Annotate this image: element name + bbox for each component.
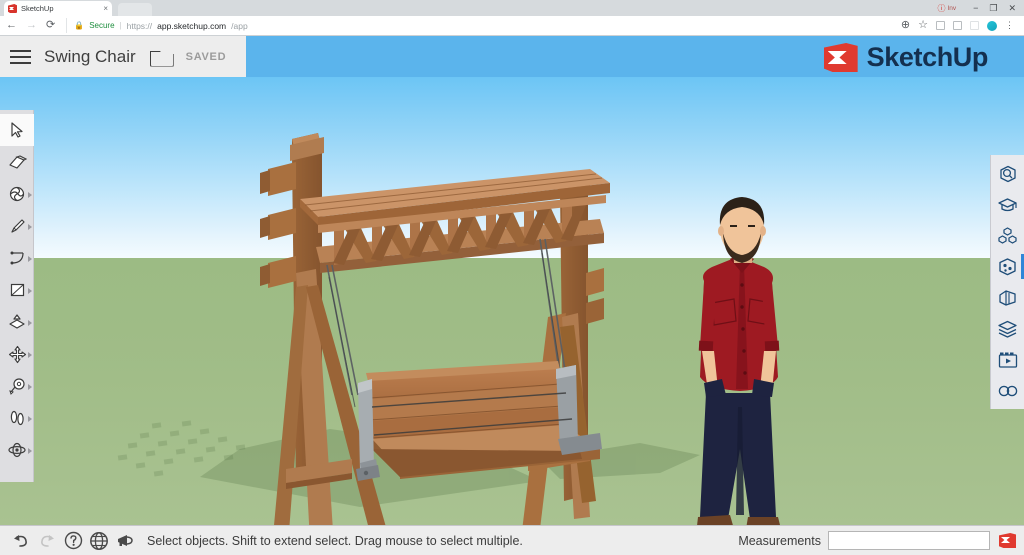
- flyout-arrow-icon[interactable]: [28, 447, 32, 454]
- flyout-arrow-icon[interactable]: [28, 319, 32, 326]
- reload-icon[interactable]: ⟳: [46, 20, 55, 31]
- sketchup-brand-text: SketchUp: [866, 42, 989, 72]
- omnibox-actions: ⊕ ☆ ⋮: [897, 20, 1018, 31]
- forward-icon[interactable]: →: [26, 20, 37, 31]
- model-viewport[interactable]: [0, 77, 1024, 525]
- flyout-arrow-icon[interactable]: [28, 351, 32, 358]
- sketchup-web-app: SketchUp × ⓘ Inv − ❐ ✕ ← → ⟳ 🔒 Secure | …: [0, 0, 1024, 555]
- rectangle-tool[interactable]: [0, 274, 34, 306]
- status-message: Select objects. Shift to extend select. …: [147, 533, 523, 548]
- flyout-arrow-icon[interactable]: [28, 383, 32, 390]
- bookmark-star-icon[interactable]: ☆: [918, 20, 928, 31]
- document-title: Swing Chair: [44, 46, 136, 66]
- profile-avatar[interactable]: [987, 20, 997, 31]
- sketchup-logo-icon: [824, 43, 858, 72]
- maximize-button[interactable]: ❐: [989, 3, 997, 13]
- omnibox-separator: |: [119, 21, 122, 30]
- close-window-button[interactable]: ✕: [1008, 3, 1016, 13]
- measurements-label: Measurements: [738, 533, 821, 548]
- browser-toolbar: ← → ⟳ 🔒 Secure | https:// app.sketchup.co…: [0, 16, 1024, 36]
- back-icon[interactable]: ←: [6, 20, 17, 31]
- sketchup-small-logo-icon: [999, 533, 1016, 548]
- browser-tab[interactable]: SketchUp ×: [4, 1, 112, 16]
- measurements-input[interactable]: [828, 531, 990, 550]
- pencil-tool[interactable]: [0, 210, 34, 242]
- measurements-area: Measurements: [738, 531, 1016, 550]
- instructor-panel-icon[interactable]: [991, 189, 1024, 220]
- sketchup-logo: SketchUp: [824, 42, 989, 73]
- materials-panel-icon[interactable]: [991, 251, 1024, 282]
- url-path: /app: [231, 20, 248, 31]
- cast-icon: ⓘ: [937, 3, 946, 13]
- close-tab-icon[interactable]: ×: [103, 4, 108, 13]
- vr-viewer-icon[interactable]: [991, 375, 1024, 406]
- paint-bucket-tool[interactable]: [0, 178, 34, 210]
- swing-chair-model: [0, 77, 1024, 525]
- push-pull-tool[interactable]: [0, 306, 34, 338]
- flyout-arrow-icon[interactable]: [28, 191, 32, 198]
- address-bar[interactable]: 🔒 Secure | https:// app.sketchup.com/app: [66, 18, 888, 33]
- cast-label: Inv: [947, 4, 957, 12]
- minimize-button[interactable]: −: [973, 3, 978, 13]
- lock-icon: 🔒: [74, 20, 85, 30]
- status-bar: Select objects. Shift to extend select. …: [0, 525, 1024, 555]
- sketchup-favicon-icon: [8, 4, 17, 13]
- new-tab-button[interactable]: [118, 3, 152, 16]
- scenes-panel-icon[interactable]: [991, 344, 1024, 375]
- browser-tab-title: SketchUp: [21, 4, 54, 13]
- main-menu-icon[interactable]: [0, 36, 40, 77]
- secure-label: Secure: [89, 21, 115, 30]
- flyout-arrow-icon[interactable]: [28, 287, 32, 294]
- right-toolbar: [990, 155, 1024, 409]
- window-controls: ⓘ Inv − ❐ ✕: [937, 0, 1022, 16]
- browser-menu-icon[interactable]: ⋮: [1005, 20, 1014, 31]
- browser-tab-strip: SketchUp × ⓘ Inv − ❐ ✕: [0, 0, 1024, 16]
- layers-panel-icon[interactable]: [991, 313, 1024, 344]
- redo-button[interactable]: [34, 529, 60, 553]
- styles-panel-icon[interactable]: [991, 282, 1024, 313]
- extension-icon-3[interactable]: [970, 21, 979, 30]
- left-toolbar: [0, 110, 34, 482]
- undo-button[interactable]: [8, 529, 34, 553]
- move-tool[interactable]: [0, 338, 34, 370]
- feedback-megaphone-icon[interactable]: [112, 529, 138, 553]
- zoom-icon[interactable]: ⊕: [901, 20, 910, 31]
- app-header: Swing Chair SAVED SketchUp: [0, 36, 1024, 77]
- arc-tool[interactable]: [0, 242, 34, 274]
- extension-icon-1[interactable]: [936, 21, 945, 30]
- cast-badge[interactable]: ⓘ Inv: [937, 3, 956, 14]
- flyout-arrow-icon[interactable]: [28, 255, 32, 262]
- save-status-badge: SAVED: [185, 50, 227, 63]
- flyout-arrow-icon[interactable]: [28, 415, 32, 422]
- url-scheme: https://: [126, 20, 153, 31]
- walk-tool[interactable]: [0, 402, 34, 434]
- eraser-tool[interactable]: [0, 146, 34, 178]
- folder-icon[interactable]: [150, 49, 172, 65]
- select-tool[interactable]: [0, 114, 34, 146]
- app-header-left: Swing Chair SAVED: [0, 36, 246, 77]
- orbit-tool[interactable]: [0, 434, 34, 466]
- globe-button[interactable]: [86, 529, 112, 553]
- flyout-arrow-icon[interactable]: [28, 223, 32, 230]
- components-panel-icon[interactable]: [991, 220, 1024, 251]
- tape-measure-tool[interactable]: [0, 370, 34, 402]
- help-button[interactable]: [60, 529, 86, 553]
- extension-icon-2[interactable]: [953, 21, 962, 30]
- url-host: app.sketchup.com: [157, 20, 227, 31]
- search-panel-icon[interactable]: [991, 158, 1024, 189]
